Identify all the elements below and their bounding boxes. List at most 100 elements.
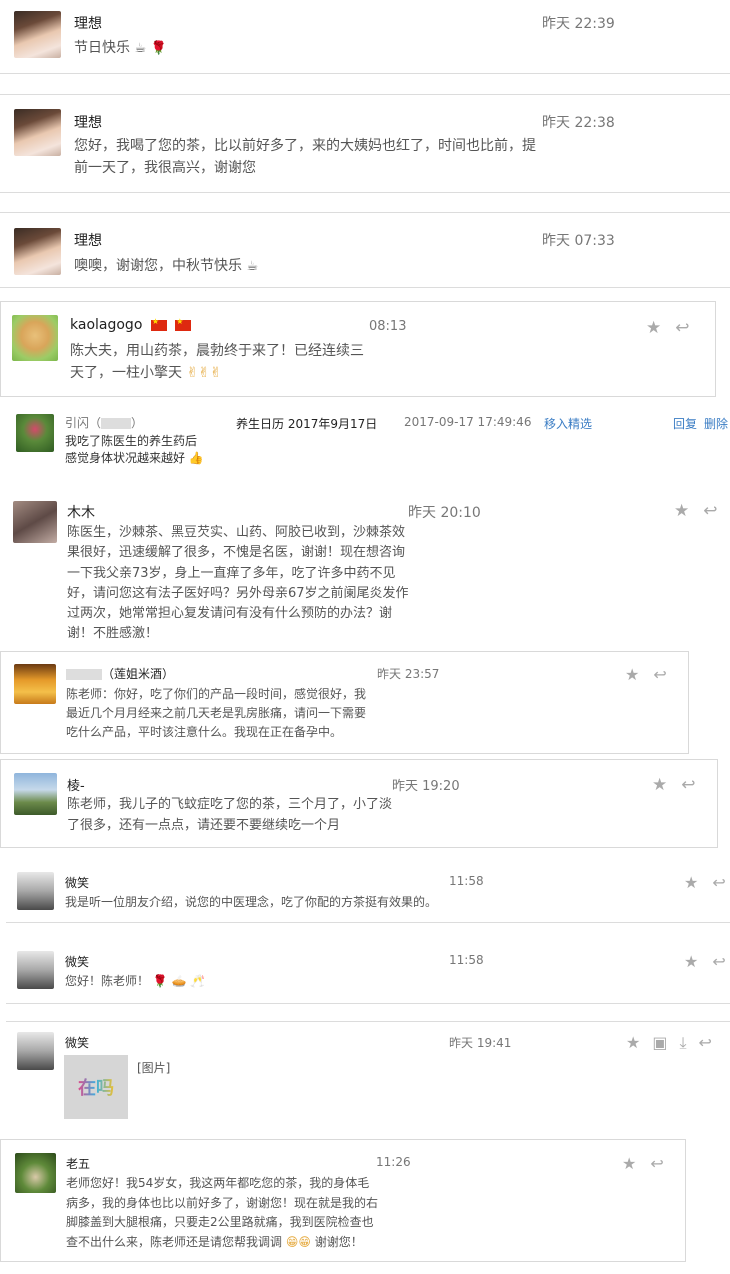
message-time: 2017-09-17 17:49:46 <box>404 415 532 429</box>
star-icon[interactable]: ★ <box>626 1033 640 1053</box>
star-icon[interactable]: ★ <box>646 318 661 338</box>
message-text: 您好！陈老师！ 🌹 🥧 🥂 <box>65 972 205 989</box>
avatar[interactable] <box>14 109 61 156</box>
message-text: 节日快乐 ☕ 🌹 <box>74 37 167 57</box>
sender-name[interactable]: kaolagogo <box>70 317 192 333</box>
message-body-tail: 谢谢您！ <box>314 1234 363 1249</box>
message-item: 理想 昨天 07:33 噢噢，谢谢您，中秋节快乐 ☕ <box>0 212 730 288</box>
avatar[interactable] <box>17 872 54 910</box>
avatar[interactable] <box>15 1153 56 1193</box>
avatar[interactable] <box>13 501 57 543</box>
message-item: 引闪（ ） 养生日历 2017年9月17日 2017-09-17 17:49:46… <box>0 404 730 480</box>
sender-name[interactable]: 木木 <box>67 502 95 522</box>
avatar[interactable] <box>14 773 57 815</box>
rose-icon: 🌹 <box>152 974 168 988</box>
sender-name-text: kaolagogo <box>70 317 143 333</box>
action-icons: ★ ↩ <box>622 1154 664 1173</box>
sender-name[interactable]: 理想 <box>74 230 102 250</box>
avatar[interactable] <box>16 414 54 452</box>
message-time: 昨天 22:38 <box>542 115 615 131</box>
star-icon[interactable]: ★ <box>652 775 667 795</box>
sender-name[interactable]: 微笑 <box>65 1034 89 1051</box>
reply-icon[interactable]: ↩ <box>703 501 717 521</box>
message-time: 昨天 23:57 <box>377 667 440 681</box>
message-card: （莲姐米酒） 昨天 23:57 陈老师：你好，吃了你们的产品一段时间，感觉很好，… <box>0 651 689 754</box>
action-icons: ★ ▣ ⤓ ↩ <box>626 1033 712 1053</box>
message-time: 昨天 22:39 <box>542 16 615 32</box>
thumbs-up-icon: 👍 <box>188 451 204 465</box>
message-text: 我吃了陈医生的养生药后感觉身体状况越来越好 👍 <box>65 433 205 467</box>
message-item: 微笑 11:58 我是听一位朋友介绍，说您的中医理念，吃了你配的方茶挺有效果的。… <box>6 862 730 923</box>
action-icons: ★ ↩ <box>684 952 726 971</box>
message-item: 微笑 昨天 19:41 在吗 [图片] ★ ▣ ⤓ ↩ <box>6 1021 730 1133</box>
china-flag-icon <box>150 317 167 331</box>
sender-name-text: （莲姐米酒） <box>102 667 175 681</box>
action-icons: ★ ↩ <box>652 775 696 795</box>
reply-icon[interactable]: ↩ <box>681 775 695 795</box>
star-icon[interactable]: ★ <box>625 665 639 684</box>
message-text: 陈老师：你好，吃了你们的产品一段时间，感觉很好，我最近几个月月经来之前几天老是乳… <box>66 687 367 739</box>
sender-name[interactable]: 棱- <box>67 775 85 794</box>
star-icon[interactable]: ★ <box>674 501 689 521</box>
post-title[interactable]: 养生日历 2017年9月17日 <box>236 415 377 432</box>
message-time: 昨天 19:20 <box>392 779 460 794</box>
action-icons: ★ ↩ <box>646 318 690 338</box>
message-text: 噢噢，谢谢您，中秋节快乐 ☕ <box>74 255 258 275</box>
message-body: 节日快乐 <box>74 40 130 56</box>
sender-name[interactable]: 老五 <box>66 1155 90 1172</box>
message-body: 您好！陈老师！ <box>65 974 150 988</box>
image-attachment[interactable]: 在吗 <box>64 1055 128 1119</box>
sender-name-tail: ） <box>131 416 144 430</box>
sender-name[interactable]: 理想 <box>74 112 102 132</box>
message-card: 老五 11:26 老师您好！我54岁女，我这两年都吃您的茶，我的身体毛病多，我的… <box>0 1139 686 1262</box>
reply-icon[interactable]: ↩ <box>712 952 725 971</box>
star-icon[interactable]: ★ <box>684 873 698 892</box>
blurred-name <box>101 418 132 429</box>
image-text: 在吗 <box>78 1074 114 1100</box>
sender-name[interactable]: 微笑 <box>65 874 89 891</box>
message-time: 昨天 20:10 <box>408 505 481 521</box>
action-icons: ★ ↩ <box>625 665 667 684</box>
download-icon[interactable]: ⤓ <box>679 1033 686 1053</box>
reply-icon[interactable]: ↩ <box>653 665 666 684</box>
select-link[interactable]: 移入精选 <box>544 415 592 432</box>
avatar[interactable] <box>17 1032 54 1070</box>
avatar[interactable] <box>14 664 56 704</box>
smile-icon: 😁😁 <box>285 1234 311 1249</box>
coffee-icon: ☕ <box>134 40 147 56</box>
message-text: 我是听一位朋友介绍，说您的中医理念，吃了你配的方茶挺有效果的。 <box>65 895 438 909</box>
avatar[interactable] <box>17 951 54 989</box>
delete-link[interactable]: 删除 <box>704 415 728 432</box>
reply-icon[interactable]: ↩ <box>712 873 725 892</box>
cheers-icon: 🥂 <box>190 974 206 988</box>
sender-name[interactable]: 理想 <box>74 13 102 33</box>
message-text: 您好，我喝了您的茶，比以前好多了，来的大姨妈也红了，时间也比前，提前一天了，我很… <box>74 138 536 176</box>
reply-icon[interactable]: ↩ <box>675 318 689 338</box>
sender-name[interactable]: 引闪（ ） <box>65 414 143 431</box>
star-icon[interactable]: ★ <box>622 1154 636 1173</box>
message-text: 陈老师，我儿子的飞蚊症吃了您的茶，三个月了，小了淡了很多，还有一点点，请还要不要… <box>67 797 393 833</box>
sender-name[interactable]: （莲姐米酒） <box>66 665 174 682</box>
star-icon[interactable]: ★ <box>684 952 698 971</box>
reply-link[interactable]: 回复 <box>673 415 697 432</box>
message-item: 理想 昨天 22:38 您好，我喝了您的茶，比以前好多了，来的大姨妈也红了，时间… <box>0 94 730 193</box>
reply-icon[interactable]: ↩ <box>699 1033 712 1053</box>
avatar[interactable] <box>14 228 61 275</box>
message-time: 昨天 19:41 <box>449 1036 512 1050</box>
cake-icon: 🥧 <box>171 974 187 988</box>
save-icon[interactable]: ▣ <box>652 1033 667 1053</box>
china-flag-icon <box>175 317 192 331</box>
avatar[interactable] <box>14 11 61 58</box>
message-time: 08:13 <box>369 319 407 334</box>
rose-icon: 🌹 <box>150 40 167 56</box>
avatar[interactable] <box>12 315 58 361</box>
message-text: 陈医生，沙棘茶、黑豆芡实、山药、阿胶已收到，沙棘茶效果很好，迅速缓解了很多，不愧… <box>67 525 409 642</box>
message-item: 理想 昨天 22:39 节日快乐 ☕ 🌹 <box>0 0 730 74</box>
action-icons: ★ ↩ <box>674 501 718 521</box>
message-body: 噢噢，谢谢您，中秋节快乐 <box>74 258 242 274</box>
victory-hand-icon: ✌✌✌ <box>186 365 222 381</box>
sender-name[interactable]: 微笑 <box>65 953 89 970</box>
message-text: [图片] <box>137 1061 171 1075</box>
reply-icon[interactable]: ↩ <box>650 1154 663 1173</box>
message-body: 我吃了陈医生的养生药后感觉身体状况越来越好 <box>65 434 198 465</box>
